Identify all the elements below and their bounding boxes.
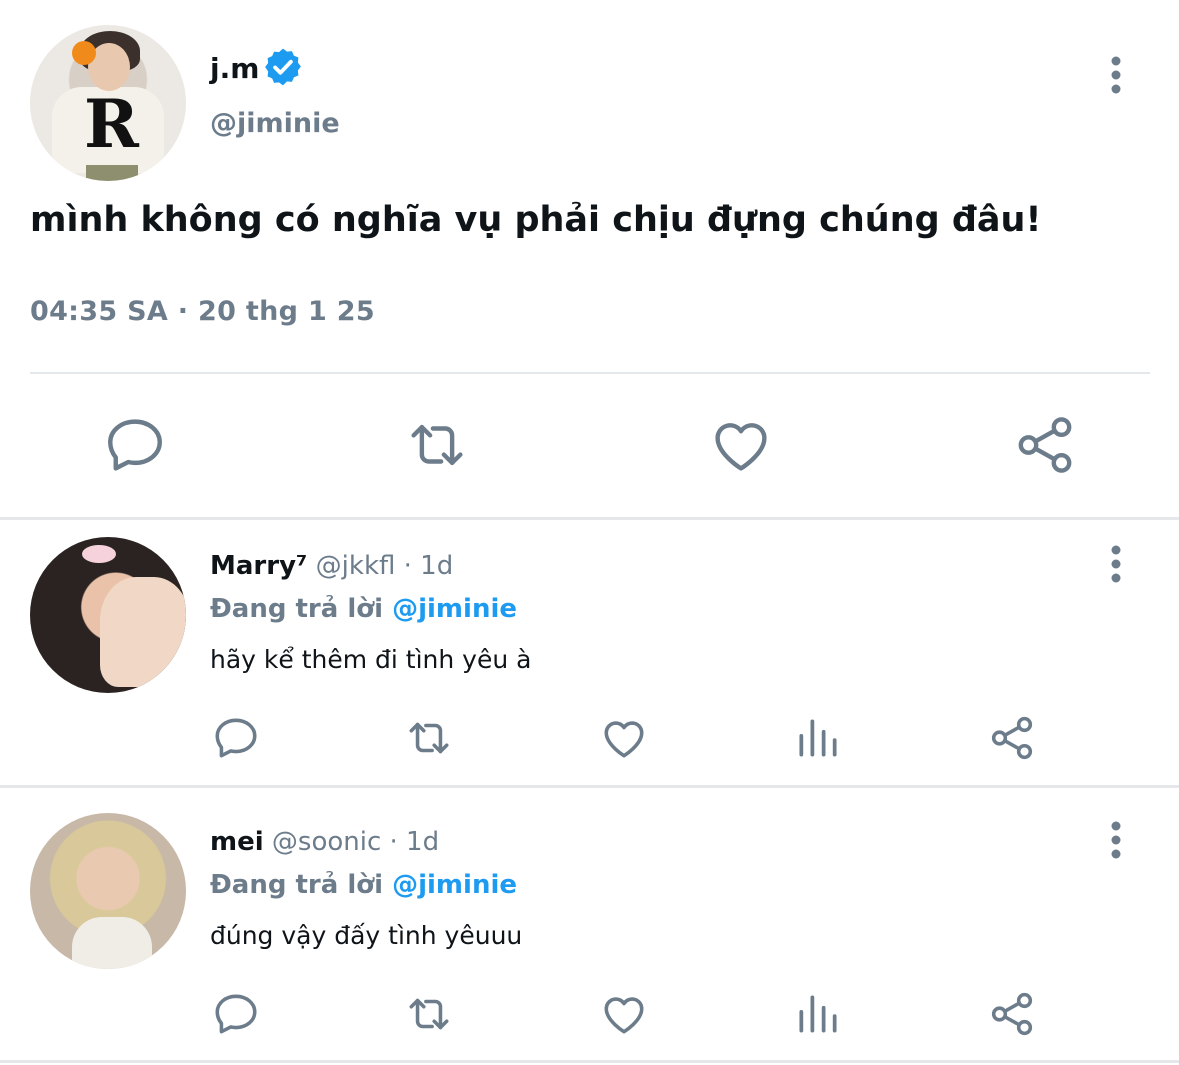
- like-icon[interactable]: [599, 713, 649, 763]
- analytics-icon[interactable]: [793, 713, 843, 763]
- reply-age: · 1d: [403, 551, 454, 581]
- more-options-icon[interactable]: [1098, 544, 1134, 584]
- avatar-jiminie[interactable]: R: [30, 25, 186, 181]
- reply-icon[interactable]: [211, 989, 261, 1039]
- mention-link[interactable]: @jiminie: [392, 870, 517, 900]
- retweet-icon[interactable]: [404, 412, 470, 478]
- reply-header: mei @soonic · 1d: [210, 827, 439, 857]
- reply-handle[interactable]: @jkkfl: [316, 551, 396, 581]
- mention-link[interactable]: @jiminie: [392, 594, 517, 624]
- replying-to: Đang trả lời @jiminie: [210, 870, 517, 900]
- replying-label: Đang trả lời: [210, 594, 384, 624]
- tweet-timestamp[interactable]: 04:35 SA · 20 thg 1 25: [30, 296, 375, 327]
- display-name[interactable]: j.m: [210, 52, 259, 85]
- analytics-icon[interactable]: [793, 989, 843, 1039]
- reply-display-name[interactable]: mei: [210, 827, 264, 857]
- divider: [30, 372, 1150, 374]
- avatar-soonic[interactable]: [30, 813, 186, 969]
- retweet-icon[interactable]: [404, 989, 454, 1039]
- reply-age: · 1d: [389, 827, 440, 857]
- share-icon[interactable]: [987, 713, 1037, 763]
- divider: [0, 785, 1179, 788]
- replying-to: Đang trả lời @jiminie: [210, 594, 517, 624]
- retweet-icon[interactable]: [404, 713, 454, 763]
- reply-text: đúng vậy đấy tình yêuuu: [210, 921, 523, 950]
- reply-display-name[interactable]: Marry⁷: [210, 551, 307, 581]
- divider: [0, 517, 1179, 520]
- reply-handle[interactable]: @soonic: [272, 827, 381, 857]
- reply-icon[interactable]: [211, 713, 261, 763]
- more-options-icon[interactable]: [1098, 820, 1134, 860]
- share-icon[interactable]: [987, 989, 1037, 1039]
- reply-icon[interactable]: [102, 412, 168, 478]
- divider: [0, 1060, 1179, 1063]
- handle[interactable]: @jiminie: [210, 108, 340, 139]
- verified-badge-icon: [262, 46, 304, 88]
- tweet-text: mình không có nghĩa vụ phải chịu đựng ch…: [30, 200, 1042, 240]
- avatar-jkkfl[interactable]: [30, 537, 186, 693]
- share-icon[interactable]: [1012, 412, 1078, 478]
- more-options-icon[interactable]: [1098, 55, 1134, 95]
- reply-text: hãy kể thêm đi tình yêu à: [210, 645, 532, 674]
- replying-label: Đang trả lời: [210, 870, 384, 900]
- reply-header: Marry⁷ @jkkfl · 1d: [210, 551, 453, 581]
- like-icon[interactable]: [599, 989, 649, 1039]
- like-icon[interactable]: [708, 412, 774, 478]
